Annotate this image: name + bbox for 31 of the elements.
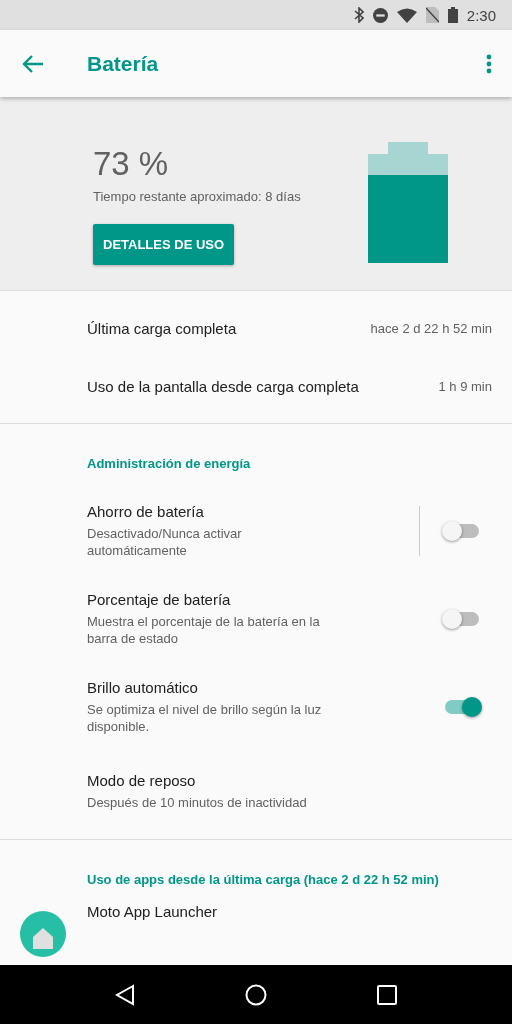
summary-label: Última carga completa <box>87 319 238 337</box>
app-name: Moto App Launcher <box>87 903 218 920</box>
home-icon[interactable] <box>245 983 267 1006</box>
setting-title: Brillo automático <box>87 679 199 696</box>
battery-percentage: 73 % <box>93 145 170 183</box>
bluetooth-icon <box>353 7 364 23</box>
summary-value: 1 h 9 min <box>438 378 492 394</box>
more-options-icon[interactable] <box>486 53 492 74</box>
setting-title: Porcentaje de batería <box>87 591 232 608</box>
app-icon <box>20 911 66 957</box>
recents-icon[interactable] <box>377 984 397 1005</box>
wifi-icon <box>396 7 417 23</box>
category-header: Uso de apps desde la última carga (hace 2 d 22 h 52 min) <box>86 871 440 887</box>
summary-value: hace 2 d 22 h 52 min <box>370 320 492 336</box>
back-arrow-icon[interactable] <box>22 54 44 73</box>
category-header: Administración de energía <box>86 455 252 473</box>
back-icon[interactable] <box>115 983 135 1006</box>
summary-label: Uso de la pantalla desde carga completa <box>87 377 360 395</box>
setting-title: Modo de reposo <box>87 771 197 789</box>
setting-summary: Se optimiza el nivel de brillo según la luz disponible. <box>87 701 323 735</box>
do-not-disturb-icon <box>372 7 388 23</box>
battery-icon <box>447 7 458 23</box>
setting-summary: Muestra el porcentaje de la batería en la barra de estado <box>87 613 321 647</box>
setting-summary: Desactivado/Nunca activar automáticamente <box>87 525 243 559</box>
setting-title: Ahorro de batería <box>87 503 205 520</box>
remaining-time-text: Tiempo restante aproximado: 8 días <box>93 189 302 204</box>
setting-summary: Después de 10 minutos de inactividad <box>87 793 308 811</box>
clock-time: 2:30 <box>466 6 496 24</box>
screen-title: Batería <box>87 51 160 76</box>
usage-details-button[interactable]: DETALLES DE USO <box>93 224 235 265</box>
no-sim-icon <box>425 7 439 23</box>
